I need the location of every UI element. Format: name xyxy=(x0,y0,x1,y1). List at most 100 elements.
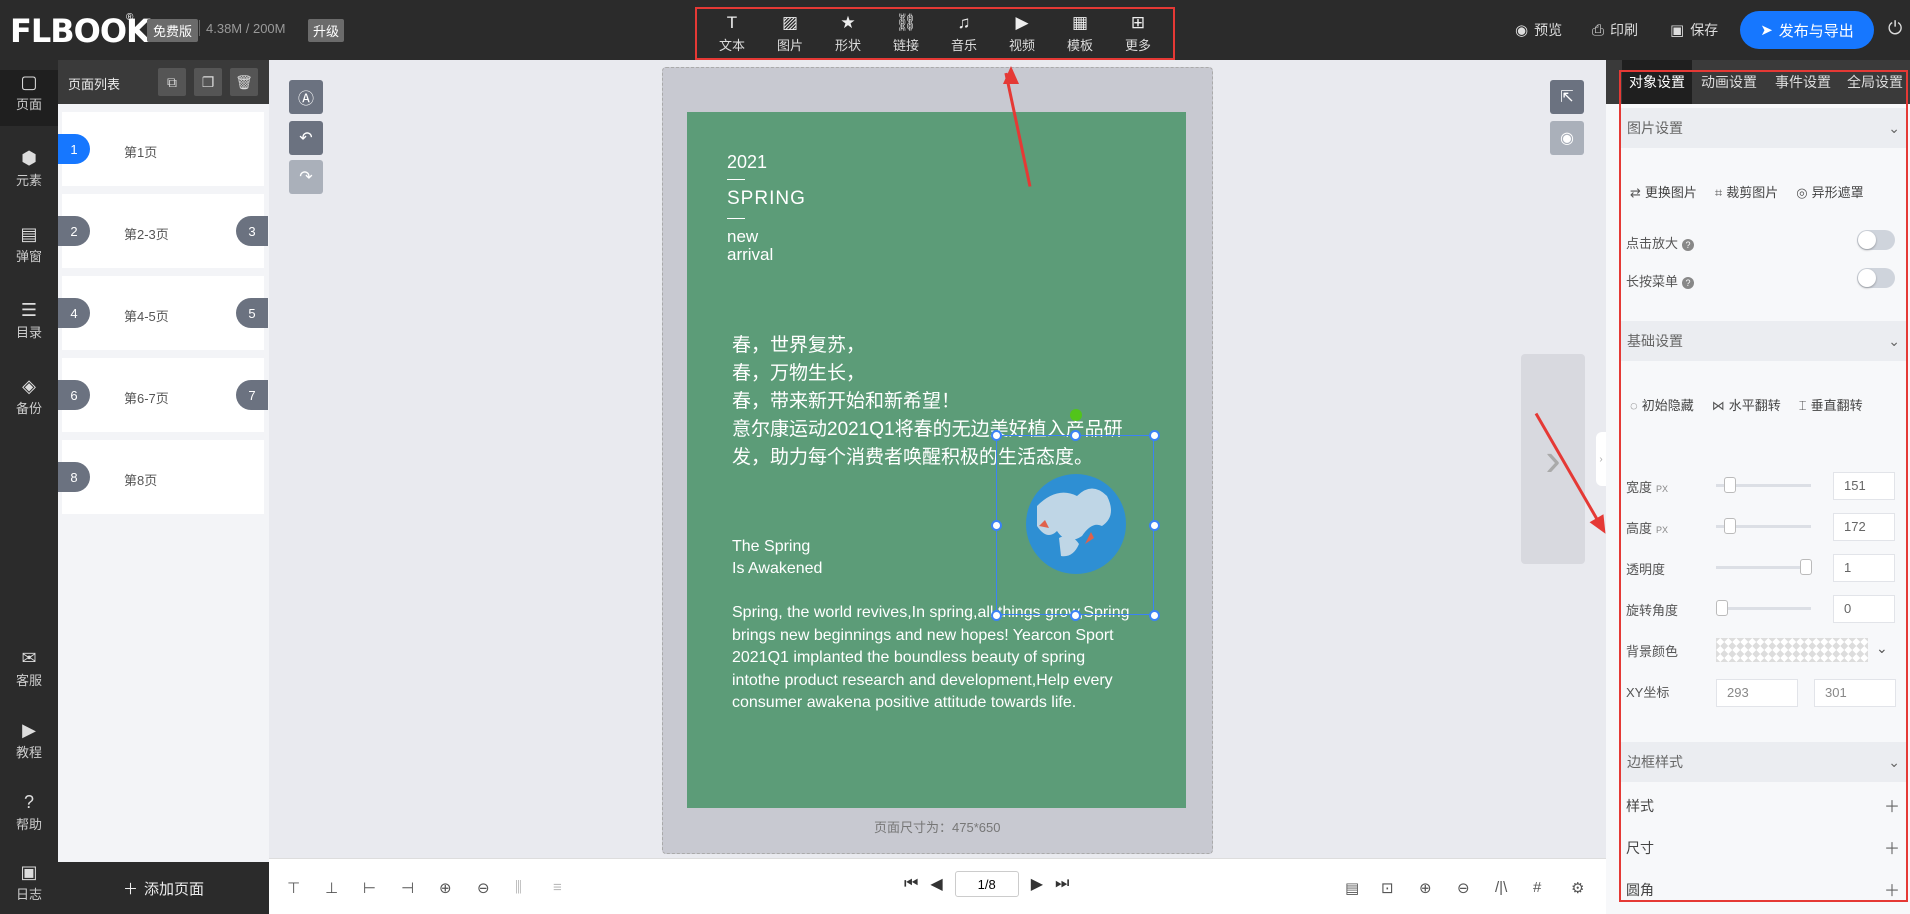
nav-backup[interactable]: ◈ 备份 xyxy=(0,374,58,417)
preview-button[interactable]: ◉ 预览 xyxy=(1515,20,1562,40)
distribute-v-icon[interactable]: ≡ xyxy=(553,879,562,896)
power-icon[interactable]: ⏻ xyxy=(1888,18,1902,39)
distribute-h-icon[interactable]: ⫼ xyxy=(515,879,522,896)
nav-elements[interactable]: ⬢ 元素 xyxy=(0,146,58,189)
page-item-1[interactable]: 1 第1页 xyxy=(58,112,264,186)
send-icon: ➤ xyxy=(1760,22,1773,39)
delete-page-button[interactable]: 🗑 xyxy=(230,68,258,96)
zoom-out-icon[interactable]: ⊖ xyxy=(1457,879,1470,897)
text-year[interactable]: 2021 xyxy=(727,152,767,173)
page-item-8[interactable]: 8 第8页 xyxy=(58,440,264,514)
page-icon: ▢ xyxy=(20,72,38,92)
document-icon[interactable]: ▤ xyxy=(1345,879,1359,897)
text-english-title[interactable]: The Spring Is Awakened xyxy=(732,536,822,580)
next-page-button[interactable]: › xyxy=(1521,354,1585,564)
undo-button[interactable]: ↶ xyxy=(289,121,323,155)
undo-icon: ↶ xyxy=(299,130,313,147)
page-number: 3 xyxy=(236,216,268,246)
page-number-input[interactable] xyxy=(954,871,1019,897)
resize-handle[interactable] xyxy=(1149,520,1160,531)
upgrade-button[interactable]: 升级 xyxy=(308,19,345,42)
template-tool[interactable]: ▦ 模板 xyxy=(1054,13,1106,54)
copy-page-button[interactable]: ⧉ xyxy=(158,68,186,96)
text-tool[interactable]: T 文本 xyxy=(706,13,758,54)
image-tool[interactable]: ▨ 图片 xyxy=(764,13,816,54)
align-right-icon[interactable]: ⊣ xyxy=(401,879,414,897)
page-label: 第2-3页 xyxy=(124,227,169,242)
publish-export-button[interactable]: ➤ 发布与导出 xyxy=(1740,11,1874,49)
resize-handle[interactable] xyxy=(1070,610,1081,621)
elements-icon: ⬢ xyxy=(21,148,37,168)
redo-button[interactable]: ↷ xyxy=(289,160,323,194)
page-number: 7 xyxy=(236,380,268,410)
annotation-highlight-box xyxy=(1619,70,1908,902)
guides-icon[interactable]: /|\ xyxy=(1495,879,1507,896)
video-tool[interactable]: ▶ 视频 xyxy=(996,13,1048,54)
align-middle-icon[interactable]: ⊖ xyxy=(477,879,490,897)
page-number: 4 xyxy=(58,298,90,328)
add-page-button[interactable]: ＋添加页面 xyxy=(58,862,269,914)
collapse-right-handle[interactable]: › xyxy=(1596,432,1606,486)
fit-icon[interactable]: ⊡ xyxy=(1381,879,1394,897)
save-icon: ▣ xyxy=(1670,22,1685,39)
settings-icon[interactable]: ⚙ xyxy=(1571,879,1584,897)
nav-log[interactable]: ▣ 日志 xyxy=(0,860,58,903)
link-tool[interactable]: ⛓ 链接 xyxy=(880,13,932,54)
align-top-icon[interactable]: ⊤ xyxy=(287,879,300,897)
page-item-2-3[interactable]: 2 第2-3页 3 xyxy=(58,194,268,268)
nav-tutorial[interactable]: ▶ 教程 xyxy=(0,718,58,761)
divider xyxy=(199,20,200,36)
nav-pages[interactable]: ▢ 页面 xyxy=(0,70,58,126)
play-icon: ▶ xyxy=(22,720,36,740)
shape-tool[interactable]: ★ 形状 xyxy=(822,13,874,54)
list-icon: ☰ xyxy=(20,300,38,320)
rotate-handle[interactable] xyxy=(1070,409,1082,421)
star-icon: ★ xyxy=(840,13,856,32)
resize-handle[interactable] xyxy=(1149,610,1160,621)
text-spring[interactable]: SPRING xyxy=(727,188,806,210)
align-left-icon[interactable]: ⊢ xyxy=(363,879,376,897)
align-center-icon[interactable]: ⊕ xyxy=(439,879,452,897)
resize-handle[interactable] xyxy=(1149,430,1160,441)
plan-badge: 免费版 xyxy=(147,19,199,42)
page-label: 第8页 xyxy=(124,473,158,488)
nav-popups[interactable]: ▤ 弹窗 xyxy=(0,222,58,265)
align-bottom-icon[interactable]: ⊥ xyxy=(325,879,338,897)
record-button[interactable]: ◉ xyxy=(1550,121,1584,155)
annotation-arrowhead xyxy=(1003,66,1019,84)
grid-icon[interactable]: # xyxy=(1533,879,1541,896)
page-size-label: 页面尺寸为：475*650 xyxy=(874,820,1001,835)
resize-handle[interactable] xyxy=(991,520,1002,531)
page-number: 5 xyxy=(236,298,268,328)
link-icon: ⛓ xyxy=(895,13,917,32)
duplicate-icon: ❐ xyxy=(201,73,215,90)
text-new-arrival[interactable]: new arrival xyxy=(727,228,773,264)
save-button[interactable]: ▣ 保存 xyxy=(1670,20,1718,40)
first-page-icon[interactable]: ⏮ xyxy=(904,875,918,893)
music-tool[interactable]: ♫ 音乐 xyxy=(938,13,990,54)
page-export-button[interactable]: ⇱ xyxy=(1550,80,1584,114)
next-page-icon[interactable]: ▶ xyxy=(1031,874,1043,894)
page-item-4-5[interactable]: 4 第4-5页 5 xyxy=(58,276,268,350)
ai-tool-button[interactable]: Ⓐ xyxy=(289,80,323,114)
last-page-icon[interactable]: ⏭ xyxy=(1055,875,1069,893)
nav-support[interactable]: ✉ 客服 xyxy=(0,646,58,689)
top-bar: FLBOOK ® 免费版 4.38M / 200M 升级 T 文本 ▨ 图片 ★ 形状… xyxy=(0,0,1910,60)
resize-handle[interactable] xyxy=(991,430,1002,441)
copy-icon: ⧉ xyxy=(167,73,177,90)
music-icon: ♫ xyxy=(957,13,971,32)
prev-page-icon[interactable]: ◀ xyxy=(930,874,942,894)
selected-image-box[interactable] xyxy=(991,409,1160,621)
page-item-6-7[interactable]: 6 第6-7页 7 xyxy=(58,358,268,432)
nav-toc[interactable]: ☰ 目录 xyxy=(0,298,58,341)
chevron-right-icon: › xyxy=(1599,453,1603,465)
resize-handle[interactable] xyxy=(1070,430,1081,441)
resize-handle[interactable] xyxy=(991,610,1002,621)
nav-help[interactable]: ? 帮助 xyxy=(0,790,58,833)
page-number: 1 xyxy=(58,134,90,164)
print-button[interactable]: ⎙ 印刷 xyxy=(1592,20,1638,40)
more-tool[interactable]: ⊞ 更多 xyxy=(1112,13,1164,54)
zoom-in-icon[interactable]: ⊕ xyxy=(1419,879,1432,897)
duplicate-page-button[interactable]: ❐ xyxy=(194,68,222,96)
record-icon: ◉ xyxy=(1560,130,1574,147)
